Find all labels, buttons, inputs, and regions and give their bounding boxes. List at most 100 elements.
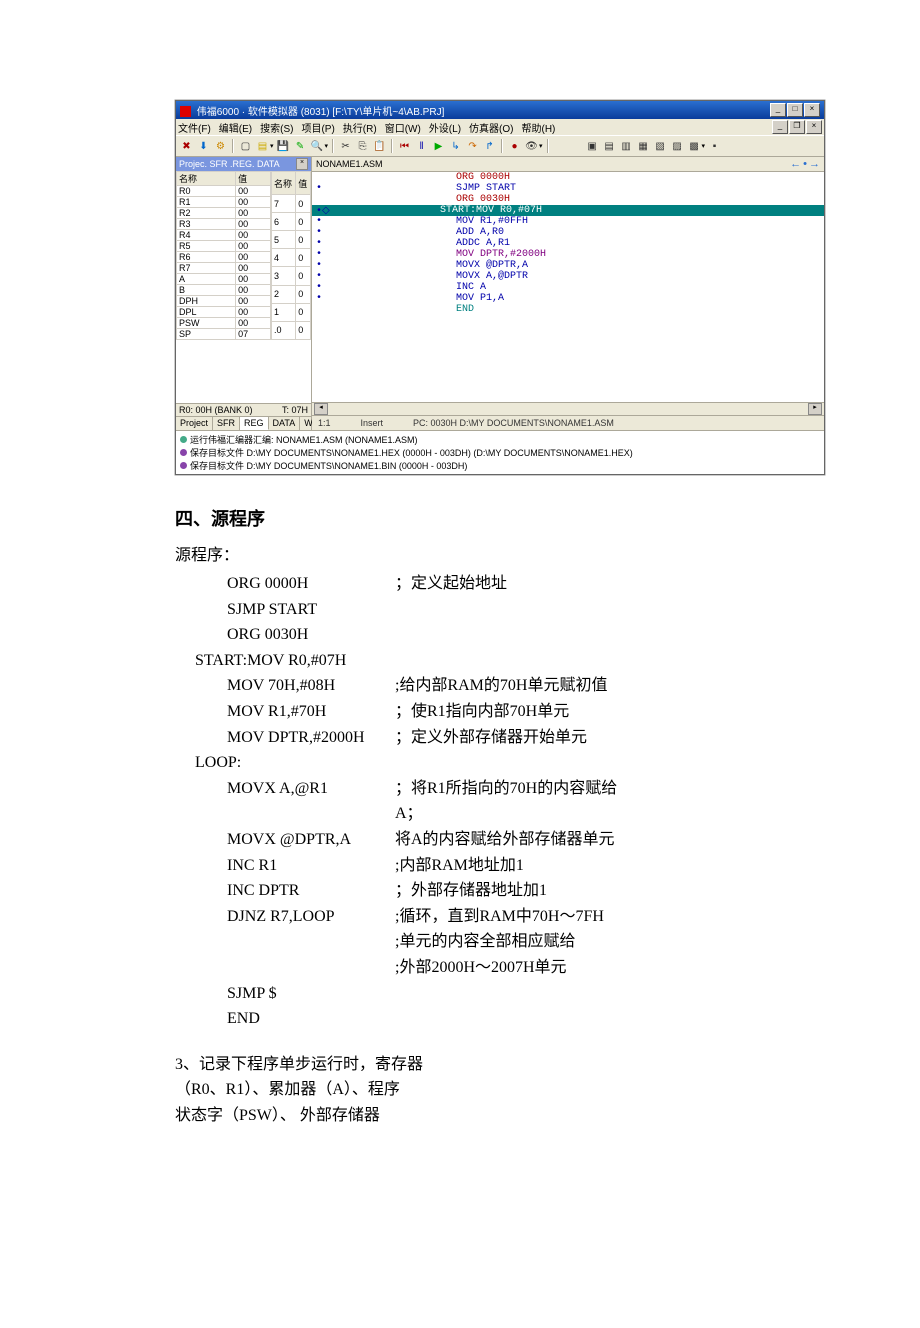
tab-project[interactable]: Project — [176, 417, 213, 430]
tool-step-over-icon[interactable]: ↷ — [465, 139, 480, 154]
tool-paste-icon[interactable]: 📋 — [372, 139, 387, 154]
tool-copy-icon[interactable]: ⎘ — [355, 139, 370, 154]
tab-sfr[interactable]: SFR — [213, 417, 240, 430]
table-row[interactable]: R000 — [177, 186, 271, 197]
mdi-restore-button[interactable]: ❐ — [789, 120, 805, 134]
table-row[interactable]: R700 — [177, 263, 271, 274]
tool-window3-icon[interactable]: ▥ — [619, 139, 634, 154]
tool-open-icon[interactable]: ▤ — [255, 139, 270, 154]
table-row[interactable]: R100 — [177, 197, 271, 208]
code-line[interactable]: •MOVX A,@DPTR — [312, 271, 824, 282]
code-line[interactable]: •◇START:MOV R0,#07H — [312, 205, 824, 216]
tool-save-icon[interactable]: 💾 — [276, 139, 291, 154]
tool-window4-icon[interactable]: ▦ — [636, 139, 651, 154]
asm-instruction: SJMP START — [195, 597, 395, 623]
tool-print-icon[interactable]: ✎ — [293, 139, 308, 154]
tool-window8-icon[interactable]: ▪ — [707, 139, 722, 154]
table-row[interactable]: R500 — [177, 241, 271, 252]
menu-simulator[interactable]: 仿真器(O) — [469, 120, 513, 135]
window-title: 伟福6000 · 软件模拟器 (8031) [F:\TY\单片机~4\AB.PR… — [197, 107, 445, 118]
table-row[interactable]: R200 — [177, 208, 271, 219]
dropdown-icon[interactable]: ▾ — [539, 142, 543, 150]
tool-new-icon[interactable]: ▢ — [238, 139, 253, 154]
tool-download-icon[interactable]: ⬇ — [196, 139, 211, 154]
maximize-button[interactable]: □ — [787, 103, 803, 117]
code-line[interactable]: •SJMP START — [312, 183, 824, 194]
code-line[interactable]: •MOV P1,A — [312, 293, 824, 304]
scroll-right-button[interactable]: ▸ — [808, 403, 822, 415]
tool-build-icon[interactable]: ⚙ — [213, 139, 228, 154]
table-row[interactable]: B00 — [177, 285, 271, 296]
tool-find-icon[interactable]: 🔍 — [310, 139, 325, 154]
code-line[interactable]: •INC A — [312, 282, 824, 293]
tool-run-icon[interactable]: ▶ — [431, 139, 446, 154]
code-line[interactable]: ORG 0000H — [312, 172, 824, 183]
panel-close-button[interactable]: × — [296, 158, 308, 170]
tool-watch-icon[interactable]: 👁 — [524, 139, 539, 154]
document-tab[interactable]: NONAME1.ASM — [316, 159, 383, 169]
menu-help[interactable]: 帮助(H) — [522, 120, 556, 135]
table-row[interactable]: 10 — [272, 303, 311, 321]
tool-step-out-icon[interactable]: ↱ — [482, 139, 497, 154]
menu-project[interactable]: 项目(P) — [301, 120, 334, 135]
code-line[interactable]: •ADD A,R0 — [312, 227, 824, 238]
close-button[interactable]: × — [804, 103, 820, 117]
table-row[interactable]: R300 — [177, 219, 271, 230]
output-line: 运行伟福汇编器汇编: NONAME1.ASM (NONAME1.ASM) — [180, 433, 820, 446]
table-row[interactable]: SP07 — [177, 329, 271, 340]
nav-back-icon[interactable]: ← — [790, 158, 801, 170]
table-row[interactable]: DPH00 — [177, 296, 271, 307]
tool-compile-icon[interactable]: ✖ — [179, 139, 194, 154]
table-row[interactable]: DPL00 — [177, 307, 271, 318]
code-line[interactable]: •MOV R1,#0FFH — [312, 216, 824, 227]
mdi-minimize-button[interactable]: _ — [772, 120, 788, 134]
mdi-close-button[interactable]: × — [806, 120, 822, 134]
dropdown-icon[interactable]: ▾ — [270, 142, 274, 150]
tool-window7-icon[interactable]: ▩ — [687, 139, 702, 154]
menu-file[interactable]: 文件(F) — [178, 120, 211, 135]
horizontal-scrollbar[interactable]: ◂ ▸ — [312, 402, 824, 415]
tool-run-start-icon[interactable]: ⏮ — [397, 139, 412, 154]
tool-step-into-icon[interactable]: ↳ — [448, 139, 463, 154]
code-line[interactable]: •MOV DPTR,#2000H — [312, 249, 824, 260]
minimize-button[interactable]: _ — [770, 103, 786, 117]
code-line[interactable]: •ADDC A,R1 — [312, 238, 824, 249]
tool-breakpoint-icon[interactable]: ● — [507, 139, 522, 154]
menu-search[interactable]: 搜索(S) — [260, 120, 293, 135]
nav-forward-icon[interactable]: → — [809, 158, 820, 170]
table-row[interactable]: R600 — [177, 252, 271, 263]
table-row[interactable]: 60 — [272, 213, 311, 231]
tool-window2-icon[interactable]: ▤ — [602, 139, 617, 154]
tab-data[interactable]: DATA — [269, 417, 301, 430]
table-row[interactable]: 20 — [272, 285, 311, 303]
table-row[interactable]: R400 — [177, 230, 271, 241]
asm-comment — [395, 597, 625, 623]
tool-window5-icon[interactable]: ▧ — [653, 139, 668, 154]
tool-window1-icon[interactable]: ▣ — [585, 139, 600, 154]
nav-dot-icon[interactable]: • — [803, 158, 807, 170]
menu-peripheral[interactable]: 外设(L) — [429, 120, 461, 135]
code-line[interactable]: ORG 0030H — [312, 194, 824, 205]
output-line: 保存目标文件 D:\MY DOCUMENTS\NONAME1.BIN (0000… — [180, 459, 820, 472]
table-row[interactable]: 30 — [272, 267, 311, 285]
dropdown-icon[interactable]: ▾ — [702, 142, 706, 150]
table-row[interactable]: .00 — [272, 321, 311, 339]
tool-window6-icon[interactable]: ▨ — [670, 139, 685, 154]
table-row[interactable]: A00 — [177, 274, 271, 285]
tool-pause-icon[interactable]: ‖ — [414, 139, 429, 154]
asm-comment — [395, 981, 625, 1007]
menu-window[interactable]: 窗口(W) — [385, 120, 421, 135]
code-line[interactable]: END — [312, 304, 824, 315]
scroll-left-button[interactable]: ◂ — [314, 403, 328, 415]
tool-cut-icon[interactable]: ✂ — [338, 139, 353, 154]
table-row[interactable]: 50 — [272, 231, 311, 249]
menu-edit[interactable]: 编辑(E) — [219, 120, 252, 135]
menu-run[interactable]: 执行(R) — [343, 120, 377, 135]
code-editor[interactable]: ORG 0000H•SJMP STARTORG 0030H•◇START:MOV… — [312, 172, 824, 402]
table-row[interactable]: 70 — [272, 195, 311, 213]
table-row[interactable]: 40 — [272, 249, 311, 267]
tab-reg[interactable]: REG — [240, 417, 269, 430]
dropdown-icon[interactable]: ▾ — [325, 142, 329, 150]
table-row[interactable]: PSW00 — [177, 318, 271, 329]
code-line[interactable]: •MOVX @DPTR,A — [312, 260, 824, 271]
